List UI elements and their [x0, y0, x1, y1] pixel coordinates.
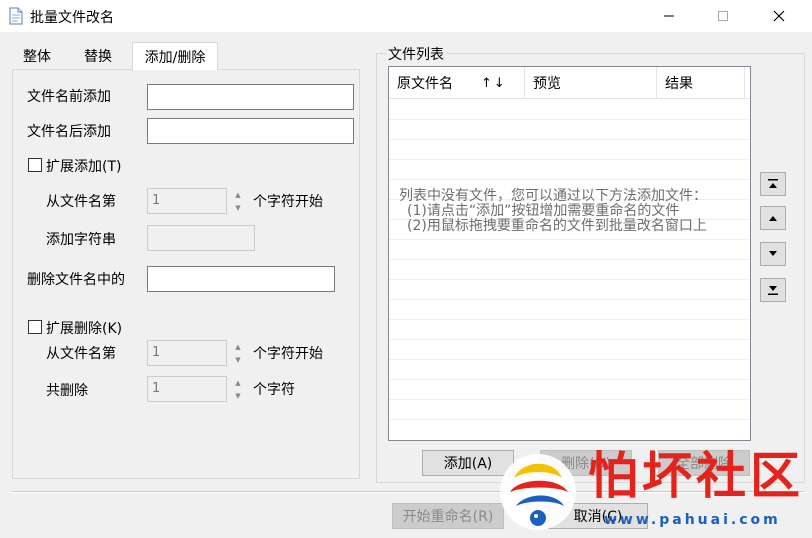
add-from-pos-input[interactable]: 1 [147, 188, 227, 214]
add-from-pos-spinner[interactable]: ▲ ▼ [230, 188, 246, 214]
tab-replace[interactable]: 替换 [78, 44, 118, 68]
column-label-original-name: 原文件名 [397, 76, 453, 92]
move-down-button[interactable] [760, 242, 786, 266]
maximize-icon [718, 11, 728, 21]
move-down-icon [769, 251, 777, 256]
watermark-url: www.pahuai.com [604, 512, 781, 528]
delete-input[interactable] [147, 266, 335, 292]
add-from-pos-suffix: 个字符开始 [253, 194, 323, 210]
delete-count-value: 1 [152, 381, 161, 396]
move-top-button[interactable] [760, 172, 786, 196]
file-list-title: 文件列表 [386, 44, 446, 64]
column-header-original-name[interactable]: 原文件名 ↑↓ [389, 67, 525, 99]
add-from-pos-label: 从文件名第 [46, 194, 116, 210]
delete-from-pos-label: 从文件名第 [46, 346, 116, 362]
delete-count-spinner[interactable]: ▲ ▼ [230, 376, 246, 402]
file-list-rows [389, 100, 750, 440]
file-list-header: 原文件名 ↑↓ 预览 结果 [389, 67, 750, 99]
delete-count-label: 共删除 [46, 383, 88, 399]
spin-up-icon[interactable]: ▲ [230, 376, 246, 389]
start-rename-button[interactable]: 开始重命名(R) [392, 503, 504, 529]
move-bottom-icon [768, 286, 778, 295]
suffix-label: 文件名后添加 [27, 124, 111, 140]
delete-count-suffix: 个字符 [253, 382, 295, 398]
spin-down-icon[interactable]: ▼ [230, 353, 246, 366]
column-header-preview[interactable]: 预览 [525, 67, 657, 99]
suffix-input[interactable] [147, 118, 354, 144]
spin-down-icon[interactable]: ▼ [230, 389, 246, 402]
tab-overall[interactable]: 整体 [18, 44, 56, 68]
move-up-icon [769, 216, 777, 221]
empty-list-hint: 列表中没有文件，您可以通过以下方法添加文件： (1)请点击“添加”按钮增加需要重… [399, 189, 707, 234]
delete-count-input[interactable]: 1 [147, 376, 227, 402]
watermark-text: 怕坏社区 [588, 446, 804, 505]
spin-up-icon[interactable]: ▲ [230, 188, 246, 201]
empty-hint-line: 列表中没有文件，您可以通过以下方法添加文件： [399, 188, 707, 204]
file-list-view[interactable]: 原文件名 ↑↓ 预览 结果 列表中没有文件，您可以通过以下方法添加文件： (1)… [388, 66, 751, 441]
minimize-icon [664, 15, 674, 17]
add-string-label: 添加字符串 [46, 232, 116, 248]
app-document-icon [9, 7, 23, 25]
column-header-result[interactable]: 结果 [657, 67, 745, 99]
move-up-button[interactable] [760, 206, 786, 230]
delete-from-pos-suffix: 个字符开始 [253, 346, 323, 362]
spin-up-icon[interactable]: ▲ [230, 340, 246, 353]
empty-hint-line: (2)用鼠标拖拽要重命名的文件到批量改名窗口上 [407, 218, 707, 234]
window-title: 批量文件改名 [30, 10, 114, 26]
maximize-button[interactable] [700, 0, 746, 32]
title-bar: 批量文件改名 [0, 0, 812, 32]
close-icon [773, 10, 785, 22]
sort-icon[interactable]: ↑↓ [481, 76, 507, 91]
delete-from-pos-value: 1 [152, 345, 161, 360]
move-top-icon [768, 179, 778, 188]
delete-label: 删除文件名中的 [27, 272, 125, 288]
tab-add-delete[interactable]: 添加/删除 [132, 42, 218, 70]
empty-hint-line: (1)请点击“添加”按钮增加需要重命名的文件 [407, 203, 680, 219]
minimize-button[interactable] [646, 0, 692, 32]
add-string-input[interactable] [147, 225, 255, 251]
delete-from-pos-spinner[interactable]: ▲ ▼ [230, 340, 246, 366]
rename-dialog: 批量文件改名 整体 替换 添加/删除 文件名前添加 文件名后添加 扩展添加(T)… [0, 0, 812, 538]
extended-delete-label: 扩展删除(K) [46, 321, 123, 337]
extended-delete-checkbox[interactable] [28, 320, 42, 334]
add-from-pos-value: 1 [152, 193, 161, 208]
spin-down-icon[interactable]: ▼ [230, 201, 246, 214]
extended-add-label: 扩展添加(T) [46, 159, 122, 175]
prefix-label: 文件名前添加 [27, 89, 111, 105]
move-bottom-button[interactable] [760, 278, 786, 302]
extended-add-checkbox[interactable] [28, 158, 42, 172]
watermark-logo-icon [500, 454, 576, 530]
delete-from-pos-input[interactable]: 1 [147, 340, 227, 366]
prefix-input[interactable] [147, 84, 354, 110]
close-button[interactable] [756, 0, 802, 32]
